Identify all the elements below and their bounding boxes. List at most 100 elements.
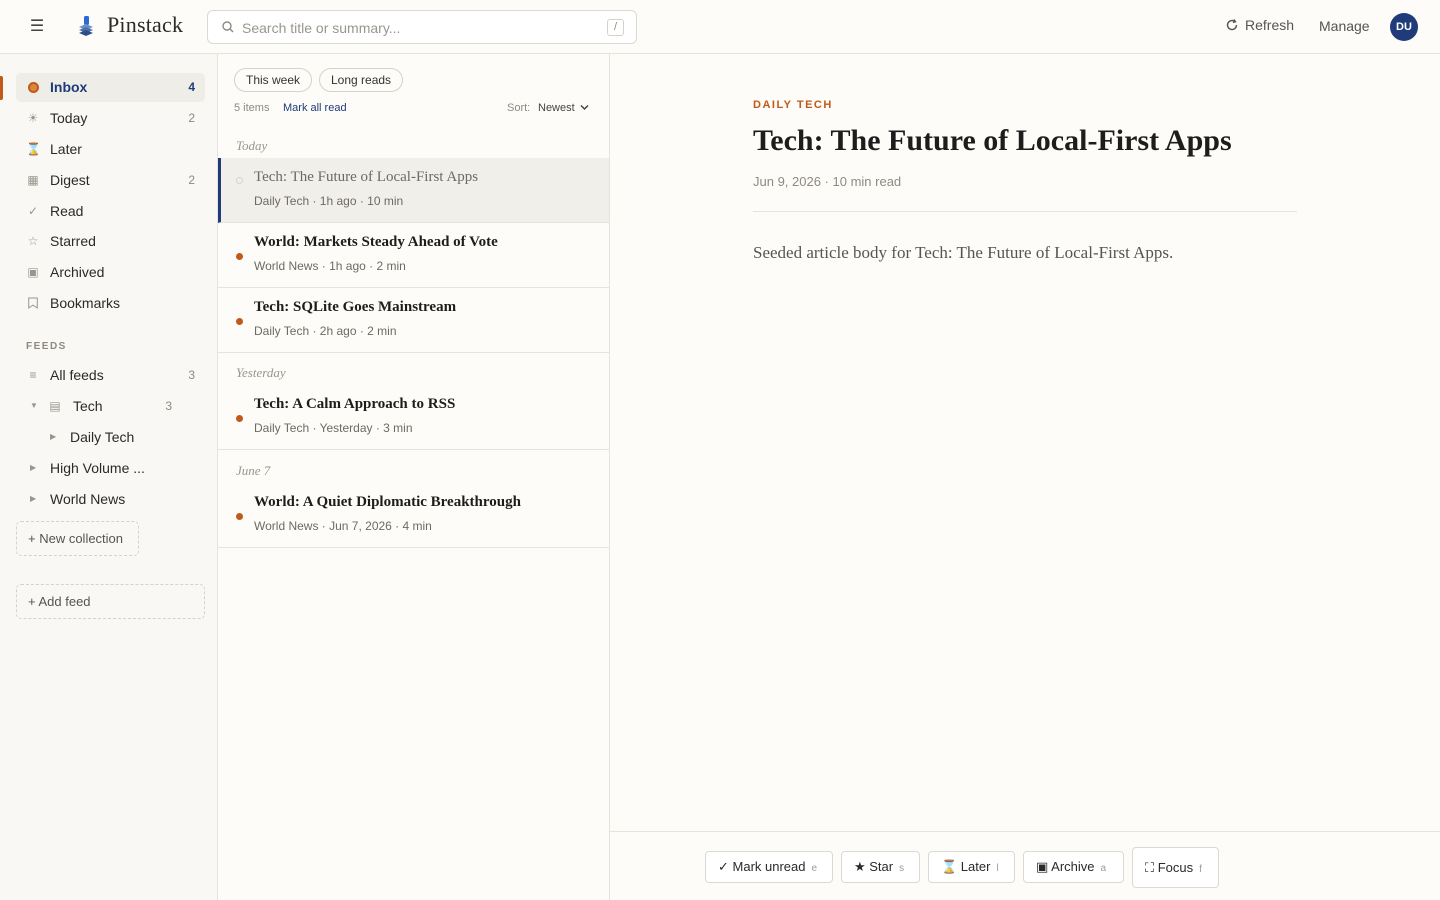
search-shortcut-hint: /	[607, 19, 624, 36]
filter-chip-long-reads[interactable]: Long reads	[319, 68, 404, 92]
article-list: This week Long reads 5 items Mark all re…	[218, 54, 610, 900]
folder-icon: ▤	[49, 399, 61, 413]
manage-button[interactable]: Manage	[1319, 18, 1370, 34]
button-label: ✓ Mark unread	[718, 859, 806, 874]
date-group-header: Today	[236, 138, 268, 153]
digest-icon: ▦	[27, 173, 39, 187]
chevron-right-icon[interactable]: ▶	[30, 463, 36, 472]
sort-label: Sort:	[507, 102, 531, 114]
button-label: ⌛ Later	[941, 859, 991, 874]
sidebar-item-bookmarks[interactable]: Bookmarks	[16, 289, 205, 318]
refresh-icon	[1226, 19, 1238, 31]
shortcut-hint: f	[1199, 864, 1202, 875]
chevron-right-icon[interactable]: ▶	[30, 494, 36, 503]
hourglass-icon: ⌛	[26, 142, 41, 156]
archive-button[interactable]: ▣ Archive a	[1023, 851, 1124, 883]
new-collection-button[interactable]: + New collection	[16, 521, 139, 556]
list-item-title: Tech: SQLite Goes Mainstream	[254, 299, 457, 315]
button-label: ⛶ Focus	[1145, 860, 1194, 875]
shortcut-hint: e	[811, 863, 818, 874]
sidebar-item-label: Tech	[73, 398, 103, 414]
sidebar-item-label: All feeds	[50, 367, 104, 383]
sidebar-item-archived[interactable]: ▣ Archived	[16, 258, 205, 287]
chevron-down-icon[interactable]: ▼	[30, 401, 38, 410]
menu-icon[interactable]: ☰	[26, 16, 48, 38]
sidebar-item-inbox[interactable]: Inbox 4	[16, 73, 205, 102]
list-item[interactable]: Tech: The Future of Local-First Apps Dai…	[218, 158, 609, 223]
sidebar-item-count: 3	[165, 399, 172, 413]
list-item-title: World: Markets Steady Ahead of Vote	[254, 234, 498, 250]
article-title: Tech: The Future of Local-First Apps	[753, 124, 1232, 157]
list-item-meta: World News · Jun 7, 2026 · 4 min	[254, 519, 432, 533]
button-label: ▣ Archive	[1036, 859, 1095, 874]
sidebar-item-label: Bookmarks	[50, 295, 121, 311]
button-label: ★ Star	[854, 859, 894, 874]
unread-dot-icon	[236, 415, 243, 422]
list-item[interactable]: World: Markets Steady Ahead of Vote Worl…	[218, 223, 609, 288]
check-icon: ✓	[27, 204, 39, 218]
focus-button[interactable]: ⛶ Focus f	[1132, 847, 1219, 888]
sidebar-item-digest[interactable]: ▦ Digest 2	[16, 166, 205, 195]
reader-pane: DAILY TECH Tech: The Future of Local-Fir…	[610, 54, 1440, 900]
bookmark-icon	[28, 297, 38, 309]
sidebar-item-count: 2	[188, 111, 195, 125]
unread-dot-icon	[236, 318, 243, 325]
sidebar-item-high-volume[interactable]: ▶ High Volume ...	[16, 454, 205, 483]
mark-unread-button[interactable]: ✓ Mark unread e	[705, 851, 833, 883]
read-indicator-icon	[236, 177, 243, 184]
pinstack-logo-icon	[79, 16, 93, 36]
mark-all-read-link[interactable]: Mark all read	[283, 102, 347, 114]
shortcut-hint: l	[996, 863, 999, 874]
list-icon: ≡	[29, 368, 37, 382]
list-item[interactable]: Tech: SQLite Goes Mainstream Daily Tech …	[218, 288, 609, 353]
avatar[interactable]: DU	[1390, 13, 1418, 41]
sidebar-item-today[interactable]: ☀ Today 2	[16, 104, 205, 133]
sort-value: Newest	[538, 102, 575, 114]
shortcut-hint: a	[1100, 863, 1107, 874]
inbox-dot-icon	[28, 82, 39, 93]
list-item-title: World: A Quiet Diplomatic Breakthrough	[254, 494, 521, 510]
list-item-meta: World News · 1h ago · 2 min	[254, 259, 406, 273]
feeds-section-title: FEEDS	[26, 341, 67, 352]
sidebar-item-label: Read	[50, 203, 84, 219]
sidebar-item-label: Archived	[50, 264, 105, 280]
sidebar-item-label: Inbox	[50, 79, 88, 95]
add-feed-button[interactable]: + Add feed	[16, 584, 205, 619]
sidebar-item-later[interactable]: ⌛ Later	[16, 135, 205, 164]
list-item-meta: Daily Tech · 2h ago · 2 min	[254, 324, 397, 338]
filter-chip-this-week[interactable]: This week	[234, 68, 313, 92]
sidebar-item-label: Later	[50, 141, 82, 157]
sidebar-item-read[interactable]: ✓ Read	[16, 197, 205, 226]
sidebar-item-label: High Volume ...	[50, 460, 145, 476]
archive-icon: ▣	[27, 265, 39, 279]
refresh-label: Refresh	[1245, 17, 1295, 33]
items-count: 5 items	[234, 102, 270, 114]
sidebar-item-starred[interactable]: ☆ Starred	[16, 227, 205, 256]
list-item-meta: Daily Tech · 1h ago · 10 min	[254, 194, 404, 208]
search-input[interactable]	[242, 17, 602, 39]
star-button[interactable]: ★ Star s	[841, 851, 920, 883]
refresh-button[interactable]: Refresh	[1225, 17, 1294, 33]
list-item-meta: Daily Tech · Yesterday · 3 min	[254, 421, 413, 435]
sidebar-item-label: Digest	[50, 172, 90, 188]
app-name: Pinstack	[107, 12, 184, 37]
article-feed-kicker[interactable]: DAILY TECH	[753, 99, 833, 111]
sidebar-item-all-feeds[interactable]: ≡ All feeds 3	[16, 361, 205, 390]
sidebar-item-label: World News	[50, 491, 126, 507]
sidebar-item-count: 4	[188, 80, 195, 94]
shortcut-hint: s	[899, 863, 905, 874]
sidebar-item-tech-folder[interactable]: ▼ ▤ Tech 3	[16, 392, 205, 421]
list-item-title: Tech: A Calm Approach to RSS	[254, 396, 456, 412]
list-item[interactable]: Tech: A Calm Approach to RSS Daily Tech …	[218, 385, 609, 450]
chevron-down-icon	[580, 104, 589, 111]
date-group-header: Yesterday	[236, 365, 286, 380]
list-item[interactable]: World: A Quiet Diplomatic Breakthrough W…	[218, 483, 609, 548]
sidebar-item-world-news[interactable]: ▶ World News	[16, 485, 205, 514]
sidebar-item-daily-tech[interactable]: ▶ Daily Tech	[16, 423, 205, 452]
sun-icon: ☀	[27, 111, 39, 125]
sort-dropdown[interactable]: Newest	[538, 102, 589, 114]
divider	[753, 211, 1297, 212]
chevron-right-icon[interactable]: ▶	[50, 432, 56, 441]
later-button[interactable]: ⌛ Later l	[928, 851, 1015, 883]
sidebar: Inbox 4 ☀ Today 2 ⌛ Later ▦ Digest 2 ✓ R…	[0, 54, 218, 900]
